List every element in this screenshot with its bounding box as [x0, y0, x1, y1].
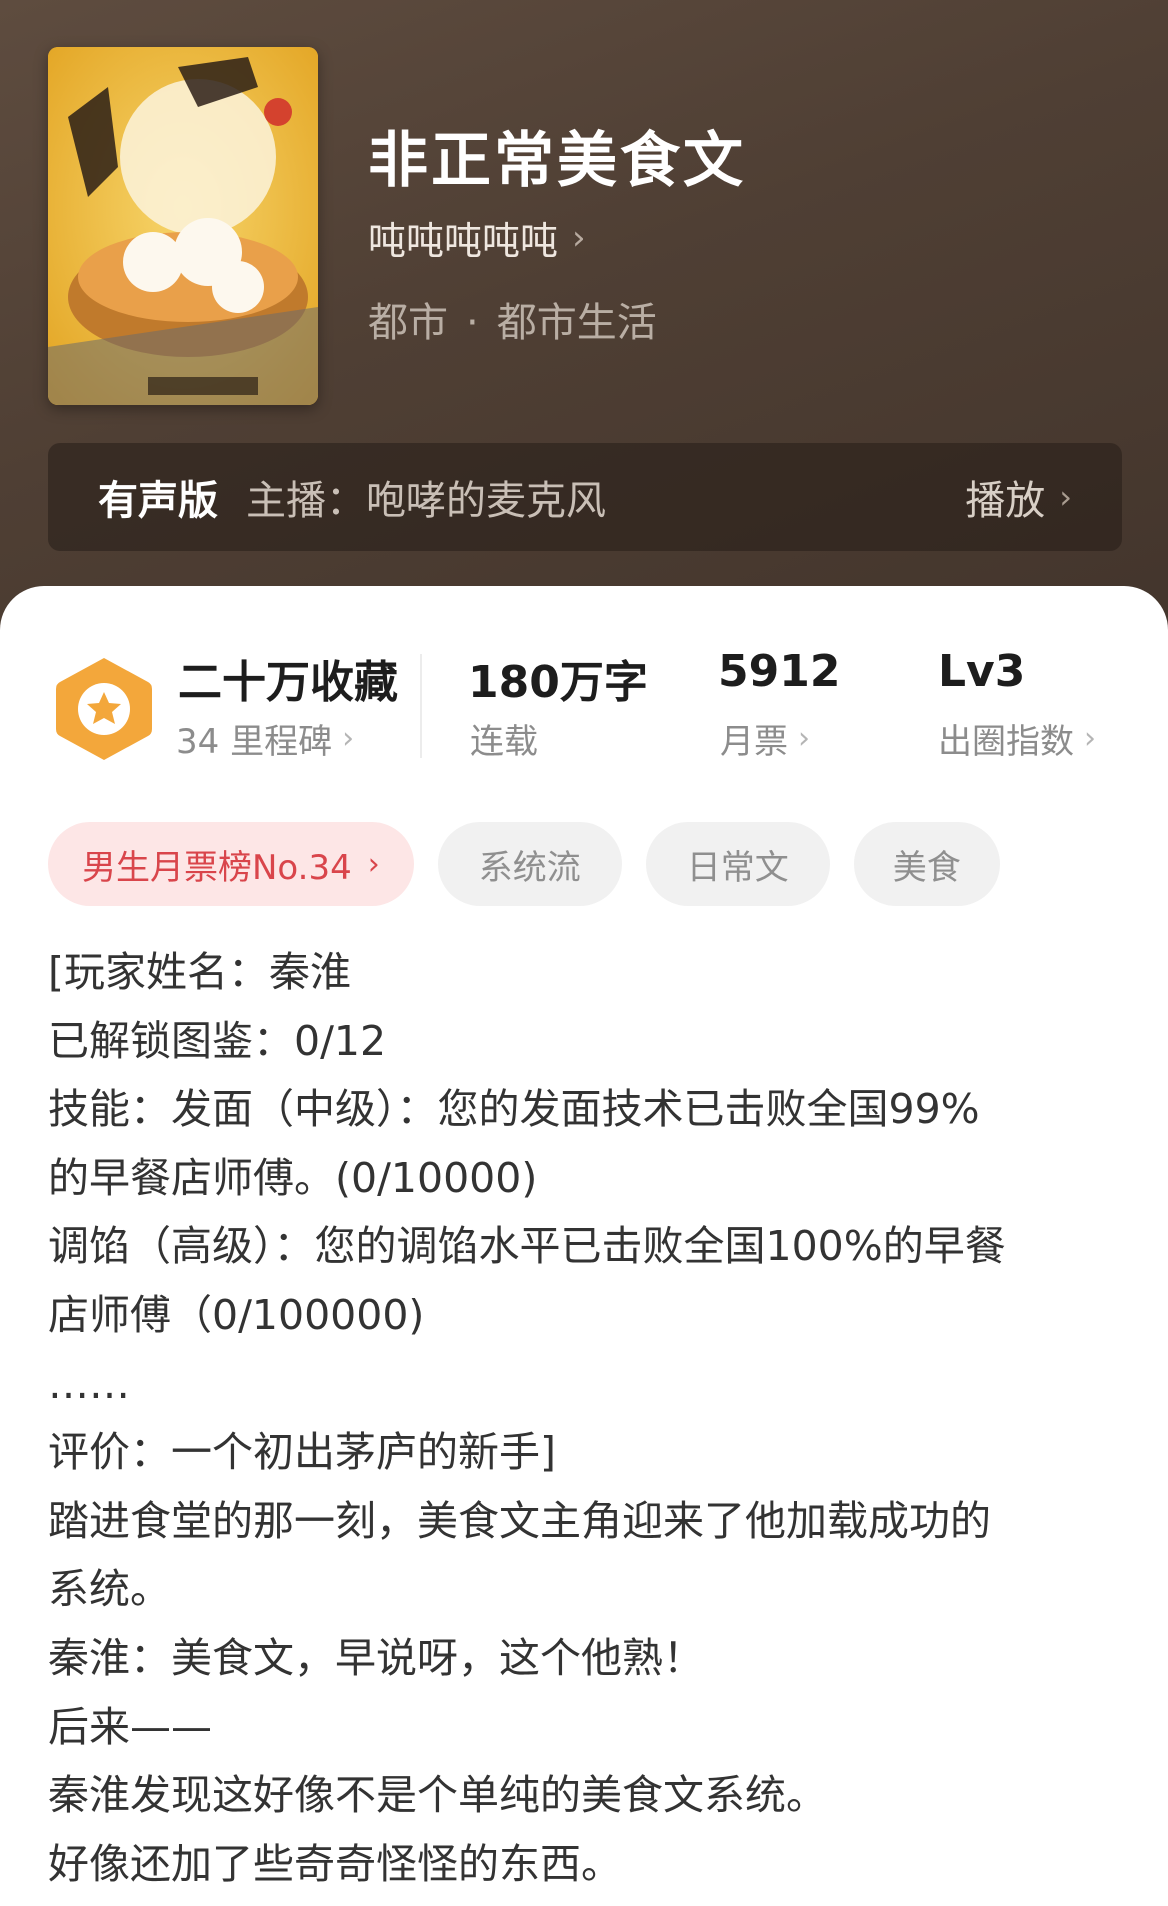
word-count: 180万字: [468, 657, 648, 708]
circle-index-link[interactable]: 出圈指数 ›: [938, 714, 1096, 763]
synopsis-line: 技能：发面（中级）：您的发面技术已击败全国99%: [48, 1085, 980, 1134]
chevron-right-icon: ›: [798, 721, 810, 756]
chevron-right-icon: ›: [1059, 478, 1072, 516]
hexagon-star-icon: [56, 658, 152, 760]
chevron-right-icon: ›: [1084, 721, 1096, 756]
synopsis-line: 好像还加了些奇奇怪怪的东西。: [48, 1839, 622, 1888]
monthly-votes-label: 月票: [720, 722, 788, 762]
subcategory-label: 都市生活: [496, 300, 657, 346]
synopsis-line: 已解锁图鉴：0/12: [48, 1016, 387, 1065]
play-button[interactable]: 播放 ›: [965, 468, 1072, 526]
circle-index-label: 出圈指数: [938, 722, 1074, 762]
stats-divider: [420, 654, 422, 758]
tag-food[interactable]: 美食: [853, 822, 1000, 906]
book-header: 非正常美食文 吨吨吨吨吨 › 都市 · 都市生活 有声版 主播：咆哮的麦克风 播放 …: [0, 0, 1168, 640]
cover-illustration: [48, 47, 318, 405]
stats-row: 二十万收藏 34 里程碑 › 180万字 连载 5912 月票 › Lv3 出圈…: [0, 646, 1168, 766]
synopsis-line: 的早餐店师傅。(0/10000): [48, 1153, 538, 1202]
audio-host: 主播：咆哮的麦克风: [246, 478, 606, 524]
separator-dot: ·: [466, 300, 479, 346]
synopsis-line: 系统。: [48, 1565, 171, 1614]
synopsis-line: 秦淮：美食文，早说呀，这个他熟！: [48, 1633, 704, 1682]
audio-version-bar[interactable]: 有声版 主播：咆哮的麦克风 播放 ›: [48, 443, 1122, 551]
author-name: 吨吨吨吨吨: [368, 219, 559, 263]
ranking-tag[interactable]: 男生月票榜No.34 ›: [48, 822, 414, 906]
book-title: 非正常美食文: [368, 126, 746, 196]
book-synopsis: [玩家姓名：秦淮 已解锁图鉴：0/12 技能：发面（中级）：您的发面技术已击败全…: [48, 938, 1128, 1898]
synopsis-line: 踏进食堂的那一刻，美食文主角迎来了他加载成功的: [48, 1496, 991, 1545]
synopsis-line: ……: [48, 1359, 130, 1408]
monthly-votes-count: 5912: [718, 646, 841, 697]
favorites-count: 二十万收藏: [178, 657, 398, 708]
circle-level: Lv3: [938, 646, 1026, 697]
play-label: 播放: [965, 478, 1046, 524]
synopsis-line: [玩家姓名：秦淮: [48, 948, 351, 996]
synopsis-line: 秦淮发现这好像不是个单纯的美食文系统。: [48, 1771, 827, 1820]
chevron-right-icon: ›: [342, 721, 355, 756]
book-cover-image[interactable]: [48, 47, 318, 405]
synopsis-line: 调馅（高级）：您的调馅水平已击败全国100%的早餐: [48, 1222, 1006, 1271]
tag-list: 男生月票榜No.34 › 系统流 日常文 美食: [48, 822, 1000, 906]
tag-system[interactable]: 系统流: [437, 822, 622, 906]
monthly-votes-link[interactable]: 月票 ›: [720, 714, 810, 763]
serial-status: 连载: [470, 722, 538, 762]
author-link[interactable]: 吨吨吨吨吨 ›: [368, 210, 586, 265]
synopsis-line: 店师傅（0/100000): [48, 1290, 425, 1339]
status-label: 连载: [470, 714, 538, 763]
chevron-right-icon: ›: [367, 846, 380, 882]
milestones-link[interactable]: 34 里程碑 ›: [176, 714, 354, 763]
book-detail-card: 二十万收藏 34 里程碑 › 180万字 连载 5912 月票 › Lv3 出圈…: [0, 586, 1168, 1906]
milestones-label: 34 里程碑: [176, 722, 333, 762]
category-label: 都市: [368, 300, 448, 346]
tag-daily[interactable]: 日常文: [645, 822, 830, 906]
audio-badge: 有声版: [98, 478, 218, 524]
ranking-label: 男生月票榜No.34: [82, 847, 352, 888]
genre-info: 都市 · 都市生活: [368, 290, 657, 348]
chevron-right-icon: ›: [572, 217, 586, 258]
synopsis-line: 评价：一个初出茅庐的新手]: [48, 1428, 556, 1477]
synopsis-line: 后来——: [48, 1702, 212, 1751]
